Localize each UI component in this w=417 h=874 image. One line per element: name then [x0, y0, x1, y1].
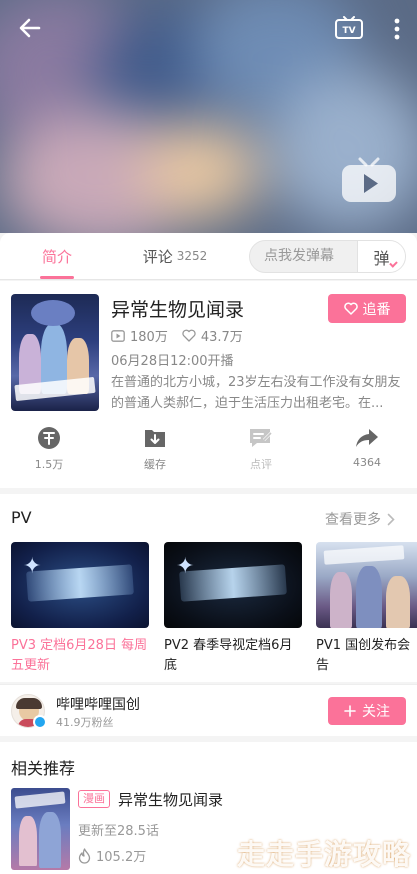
- danmaku-placeholder: 点我发弹幕: [264, 248, 334, 264]
- play-button[interactable]: [340, 156, 398, 204]
- pv-thumbnail: [316, 542, 417, 628]
- anime-stats: 180万 43.7万: [111, 326, 257, 345]
- download-label: 缓存: [144, 458, 166, 471]
- air-date: 06月28日12:00开播: [111, 354, 234, 369]
- follow-uploader-button[interactable]: 关注: [328, 697, 406, 725]
- tab-comments[interactable]: 评论 3252: [130, 233, 220, 279]
- danmaku-input[interactable]: 点我发弹幕 弹: [249, 240, 406, 273]
- pv-caption: PV2 春季导视定档6月底: [164, 638, 293, 673]
- play-count-icon: [111, 329, 125, 342]
- verified-badge-icon: [33, 715, 47, 729]
- download-button[interactable]: 缓存: [115, 426, 195, 472]
- pv-section-title: PV: [11, 508, 32, 527]
- related-item-heat: 105.2万: [78, 846, 146, 865]
- pv-caption: PV1 国创发布会告: [316, 638, 411, 673]
- related-item-heat-value: 105.2万: [96, 850, 147, 865]
- anime-cover-image[interactable]: [11, 294, 99, 411]
- chevron-right-icon: [387, 513, 395, 525]
- plus-icon: [344, 705, 356, 717]
- play-count: 180万: [130, 330, 168, 345]
- pv-card[interactable]: ✦ PV2 春季导视定档6月底: [164, 542, 302, 676]
- related-section-title: 相关推荐: [11, 759, 76, 778]
- tab-comments-label: 评论: [142, 247, 173, 266]
- tab-intro-label: 简介: [41, 247, 72, 266]
- anime-info-section: 异常生物见闻录 追番 180万 43.7万 06月28日12:00开播 在普通的…: [0, 281, 417, 488]
- comment-count: 3252: [176, 249, 208, 263]
- uploader-row[interactable]: 哔哩哔哩国创 41.9万粉丝 关注: [0, 684, 417, 736]
- danmaku-toggle-label: 弹: [373, 248, 390, 268]
- flame-icon: [78, 847, 91, 864]
- pv-thumbnail: ✦: [164, 542, 302, 628]
- uploader-name: 哔哩哔哩国创: [56, 697, 140, 713]
- check-icon: [389, 259, 398, 268]
- watermark-text: 走走手游攻略: [237, 838, 412, 871]
- like-count: 43.7万: [200, 330, 243, 345]
- play-tv-icon: [342, 157, 396, 202]
- coin-button[interactable]: 1.5万: [9, 426, 89, 472]
- anime-title: 异常生物见闻录: [111, 299, 245, 321]
- follow-series-button[interactable]: 追番: [328, 294, 406, 323]
- related-item-title: 异常生物见闻录: [118, 791, 224, 809]
- pv-card[interactable]: PV1 国创发布会告: [316, 542, 417, 676]
- follow-uploader-label: 关注: [362, 704, 390, 720]
- share-icon: [356, 429, 378, 447]
- share-button[interactable]: 4364: [327, 426, 407, 469]
- pv-card[interactable]: ✦ PV3 定档6月28日 每周五更新: [11, 542, 149, 676]
- back-button[interactable]: [10, 10, 50, 46]
- active-tab-indicator: [40, 276, 74, 279]
- more-vertical-icon: [394, 18, 400, 40]
- heart-icon: [343, 302, 358, 315]
- cast-tv-button[interactable]: TV: [332, 14, 366, 44]
- more-options-button[interactable]: [384, 12, 410, 46]
- title-logo: [26, 564, 134, 602]
- detail-tab-bar: 简介 评论 3252 点我发弹幕 弹: [0, 233, 417, 280]
- coin-icon: [38, 427, 60, 449]
- related-item-update: 更新至28.5话: [78, 824, 159, 839]
- review-button[interactable]: 点评: [221, 426, 301, 472]
- anime-description[interactable]: 在普通的北方小城，23岁左右没有工作没有女朋友的普通人类郝仁，迫于生活压力出租老…: [111, 372, 407, 414]
- pv-more-label: 查看更多: [325, 512, 381, 528]
- action-bar: 1.5万 缓存 点评 4364: [0, 426, 417, 484]
- pv-thumbnail: ✦: [11, 542, 149, 628]
- pv-more-link[interactable]: 查看更多: [325, 509, 395, 529]
- title-logo: [179, 564, 287, 602]
- comic-tag-badge: 漫画: [78, 790, 110, 808]
- pv-caption: PV3 定档6月28日 每周五更新: [11, 638, 148, 673]
- video-player[interactable]: TV: [0, 0, 417, 233]
- like-heart-icon: [182, 329, 196, 342]
- uploader-fans: 41.9万粉丝: [56, 716, 114, 729]
- coin-count: 1.5万: [34, 458, 64, 471]
- follow-series-label: 追番: [362, 301, 391, 318]
- svg-text:TV: TV: [342, 26, 355, 36]
- arrow-left-icon: [19, 18, 41, 38]
- download-icon: [145, 430, 165, 447]
- related-cover-image: [11, 788, 70, 870]
- tv-cast-icon: TV: [335, 16, 363, 39]
- pv-section: PV 查看更多 ✦ PV3 定档6月28日 每周五更新 ✦ PV2 春季导视定档…: [0, 494, 417, 682]
- tab-intro[interactable]: 简介: [20, 233, 94, 279]
- share-count: 4364: [353, 456, 381, 469]
- review-icon: [250, 429, 273, 447]
- danmaku-toggle-button[interactable]: 弹: [357, 241, 405, 272]
- review-label: 点评: [250, 458, 272, 471]
